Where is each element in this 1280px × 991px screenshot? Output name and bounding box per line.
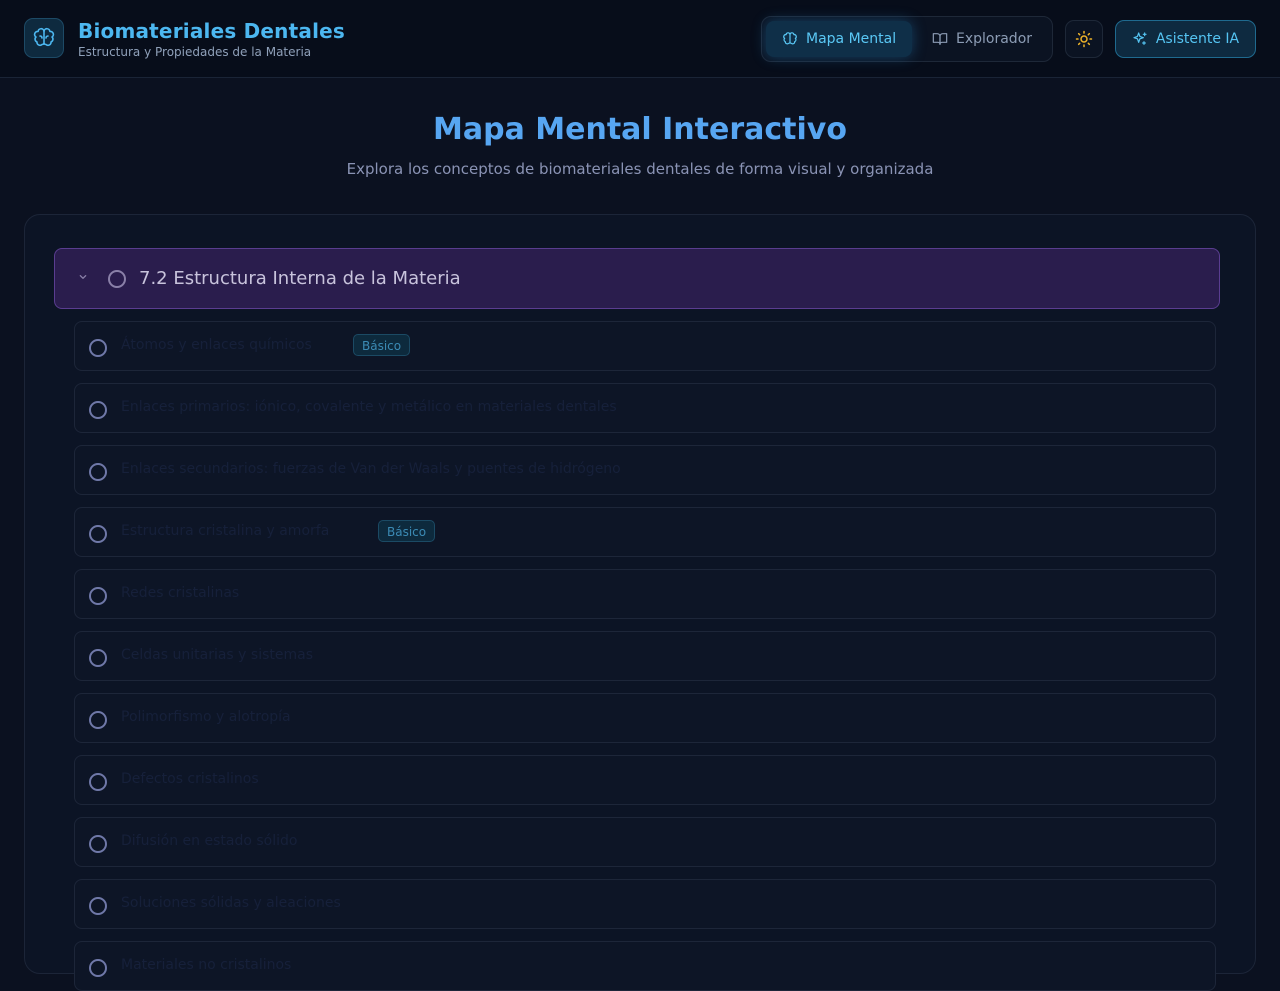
child-node-label: Defectos cristalinos [121, 771, 259, 787]
node-status-circle-icon[interactable] [108, 270, 126, 288]
mind-map-child-node[interactable]: Polimorfismo y alotropía [74, 693, 1216, 743]
view-switcher: Mapa Mental Explorador [761, 16, 1053, 62]
mind-map-child-node[interactable]: Átomos y enlaces químicos Básico [74, 321, 1216, 371]
level-badge: Básico [353, 334, 411, 356]
root-node-label: 7.2 Estructura Interna de la Materia [139, 268, 461, 289]
mind-map-child-node[interactable]: Redes cristalinas [74, 569, 1216, 619]
child-node-label: Polimorfismo y alotropía [121, 709, 291, 725]
mind-map-child-node[interactable]: Defectos cristalinos [74, 755, 1216, 805]
mind-map-child-node[interactable]: Materiales no cristalinos [74, 941, 1216, 991]
mind-map-child-node[interactable]: Difusión en estado sólido [74, 817, 1216, 867]
brain-logo-icon [24, 18, 64, 58]
child-node-label: Estructura cristalina y amorfa [121, 523, 330, 539]
ai-assistant-button[interactable]: Asistente IA [1115, 20, 1256, 58]
child-node-label: Difusión en estado sólido [121, 833, 298, 849]
node-status-circle-icon[interactable] [89, 525, 107, 543]
nav-mapa-mental-button[interactable]: Mapa Mental [766, 21, 912, 57]
node-status-circle-icon[interactable] [89, 649, 107, 667]
node-status-circle-icon[interactable] [89, 959, 107, 977]
page-title: Mapa Mental Interactivo [433, 112, 847, 147]
theme-toggle-button[interactable] [1065, 20, 1103, 58]
child-node-label: Enlaces secundarios: fuerzas de Van der … [121, 461, 621, 477]
mind-map-child-node[interactable]: Enlaces primarios: iónico, covalente y m… [74, 383, 1216, 433]
nav-mapa-mental-label: Mapa Mental [806, 31, 897, 47]
app-header: Biomateriales Dentales Estructura y Prop… [0, 0, 1280, 78]
child-node-label: Soluciones sólidas y aleaciones [121, 895, 341, 911]
chevron-down-icon[interactable] [75, 269, 91, 289]
mind-map-child-node[interactable]: Soluciones sólidas y aleaciones [74, 879, 1216, 929]
node-status-circle-icon[interactable] [89, 711, 107, 729]
mind-map-child-node[interactable]: Enlaces secundarios: fuerzas de Van der … [74, 445, 1216, 495]
app-subtitle: Estructura y Propiedades de la Materia [78, 45, 312, 59]
sun-icon [1075, 30, 1093, 48]
ai-assistant-label: Asistente IA [1155, 31, 1240, 47]
node-status-circle-icon[interactable] [89, 463, 107, 481]
nav-explorador-label: Explorador [956, 31, 1033, 47]
page-subtitle: Explora los conceptos de biomateriales d… [346, 160, 934, 178]
sparkles-icon [1133, 32, 1147, 45]
mind-map-root-node[interactable]: 7.2 Estructura Interna de la Materia [54, 248, 1220, 309]
child-node-label: Celdas unitarias y sistemas [121, 647, 313, 663]
book-icon [932, 33, 948, 45]
child-node-label: Materiales no cristalinos [121, 957, 292, 973]
level-badge: Básico [378, 520, 436, 542]
app-title: Biomateriales Dentales [78, 19, 345, 43]
child-node-label: Redes cristalinas [121, 585, 240, 601]
mind-map-child-node[interactable]: Celdas unitarias y sistemas [74, 631, 1216, 681]
node-status-circle-icon[interactable] [89, 773, 107, 791]
nav-explorador-button[interactable]: Explorador [930, 21, 1046, 57]
mind-map-child-node[interactable]: Estructura cristalina y amorfa Básico [74, 507, 1216, 557]
node-status-circle-icon[interactable] [89, 587, 107, 605]
node-status-circle-icon[interactable] [89, 401, 107, 419]
node-status-circle-icon[interactable] [89, 897, 107, 915]
brain-icon [783, 32, 797, 45]
child-node-label: Átomos y enlaces químicos [121, 337, 312, 353]
node-status-circle-icon[interactable] [89, 339, 107, 357]
child-node-label: Enlaces primarios: iónico, covalente y m… [121, 399, 617, 415]
node-status-circle-icon[interactable] [89, 835, 107, 853]
